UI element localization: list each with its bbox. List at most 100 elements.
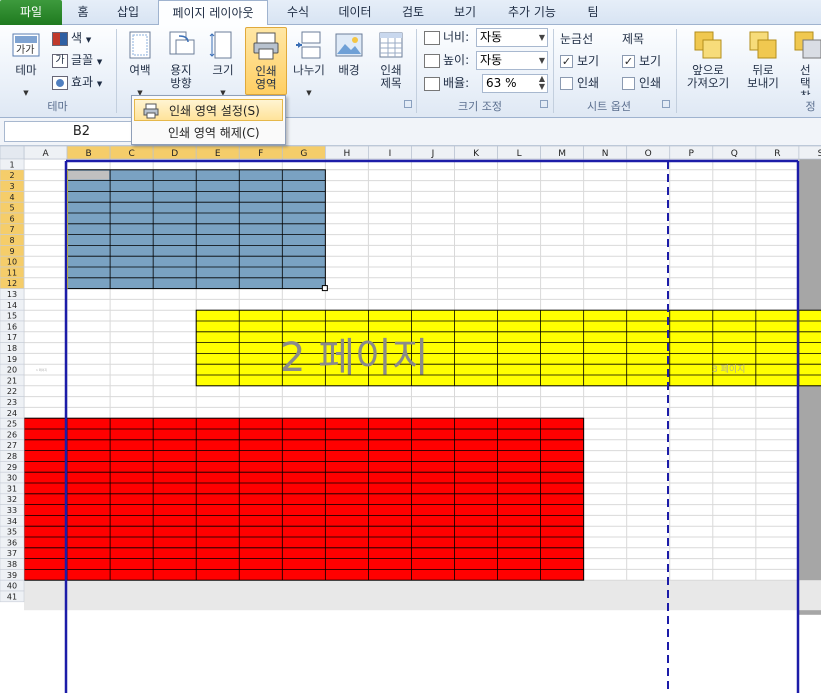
print-area-button[interactable]: 인쇄 영역 — [245, 27, 287, 95]
selection-pane-label: 선택 창 — [800, 63, 811, 96]
column-header-label: L — [517, 149, 522, 159]
row-header-label: 13 — [7, 290, 17, 299]
scale-width-select[interactable]: 자동 ▼ — [476, 28, 548, 47]
background-image-icon — [335, 33, 363, 57]
row-header-label: 7 — [9, 225, 14, 234]
checkbox-unchecked-icon — [622, 77, 635, 90]
row-header-label: 25 — [7, 420, 17, 429]
tab-home[interactable]: 홈 — [66, 0, 100, 25]
worksheet-canvas[interactable]: 2 페이지 3 페이지1 페이지A B C D E F G H I J K L M N O P Q R S123456… — [0, 146, 821, 693]
headings-print-checkbox[interactable]: 인쇄 — [622, 73, 661, 93]
column-header-label: B — [85, 149, 91, 159]
scale-icon — [424, 76, 440, 91]
fonts-icon: 가 — [52, 53, 68, 68]
column-header-label: R — [774, 149, 780, 159]
set-print-area-menu-item[interactable]: 인쇄 영역 설정(S) — [134, 99, 283, 121]
column-header-label: J — [431, 149, 435, 159]
set-print-area-label: 인쇄 영역 설정(S) — [169, 104, 260, 118]
tab-formulas[interactable]: 수식 — [274, 0, 322, 25]
chevron-down-icon: ▼ — [85, 36, 92, 44]
chevron-down-icon: ▼ — [538, 33, 545, 42]
spinner-arrows-icon: ▲ ▼ — [538, 74, 545, 91]
print-titles-button[interactable]: 인쇄 제목 — [372, 27, 410, 95]
row-header-label: 16 — [7, 322, 17, 331]
orientation-label: 용지 방향 — [170, 63, 192, 90]
row-header-label: 10 — [7, 258, 17, 267]
checkbox-unchecked-icon — [560, 77, 573, 90]
chevron-down-icon: ▼ — [96, 80, 103, 88]
outside-print-area — [798, 159, 821, 615]
column-header-label: D — [171, 149, 178, 159]
arrange-group-label: 정 — [805, 100, 816, 112]
tab-page-layout[interactable]: 페이지 레이아웃 — [158, 0, 268, 26]
clear-print-area-menu-item[interactable]: 인쇄 영역 해제(C) — [134, 122, 283, 144]
headings-heading: 제목 — [622, 32, 645, 46]
page-setup-dialog-launcher[interactable] — [404, 100, 412, 108]
breaks-label: 나누기 — [293, 63, 325, 77]
select-all-corner[interactable] — [0, 146, 25, 160]
size-label: 크기 — [212, 63, 234, 77]
chevron-down-icon: ▼ — [23, 89, 29, 97]
margins-label: 여백 — [129, 63, 151, 77]
print-area-label: 인쇄 영역 — [255, 64, 277, 91]
orientation-icon — [169, 31, 195, 55]
column-header-label: A — [42, 149, 49, 159]
themes-button[interactable]: 가가 테마 ▼ — [8, 27, 44, 97]
colors-icon — [52, 31, 68, 46]
bring-forward-button[interactable]: 앞으로 가져오기 — [682, 27, 734, 95]
worksheet-grid[interactable]: 2 페이지 3 페이지 1 페이지 A B C D E F G H I J K L M N O P Q R S 1 2 3 4 5 6… — [0, 146, 821, 693]
send-backward-button[interactable]: 뒤로 보내기 — [738, 27, 788, 95]
theme-group-label: 테마 — [47, 100, 68, 113]
size-button[interactable]: 크기 ▼ — [204, 27, 242, 97]
effects-label: 효과 — [71, 75, 94, 89]
breaks-button[interactable]: 나누기 ▼ — [290, 27, 328, 97]
tab-data[interactable]: 데이터 — [326, 0, 384, 25]
row-header-label: 41 — [7, 592, 17, 601]
row-header-label: 22 — [7, 387, 17, 396]
row-header-label: 14 — [7, 301, 17, 310]
row-header-label: 2 — [9, 171, 14, 180]
gridlines-print-checkbox[interactable]: 인쇄 — [560, 73, 599, 93]
gridlines-view-checkbox[interactable]: ✓ 보기 — [560, 51, 599, 71]
sheet-options-dialog-launcher[interactable] — [662, 100, 670, 108]
column-header-label: G — [300, 149, 307, 159]
scale-percent-value: 63 % — [486, 76, 517, 90]
scale-percent-spinner[interactable]: 63 % ▲ ▼ — [482, 74, 548, 93]
tab-team[interactable]: 팀 — [576, 0, 610, 25]
column-header-label: I — [389, 149, 392, 159]
column-header-label: M — [558, 149, 566, 159]
margins-button[interactable]: 여백 ▼ — [122, 27, 158, 97]
themes-icon: 가가 — [12, 33, 40, 57]
theme-fonts-button[interactable]: 가 글꼴 ▼ — [52, 50, 102, 70]
tab-review[interactable]: 검토 — [390, 0, 436, 25]
row-header-label: 33 — [7, 506, 17, 515]
row-header-label: 21 — [7, 376, 17, 385]
fonts-label: 글꼴 — [71, 53, 94, 67]
row-header-label: 32 — [7, 495, 17, 504]
outside-print-area — [24, 580, 821, 611]
row-header-label: 3 — [9, 182, 14, 191]
selection-pane-button[interactable]: 선택 창 — [794, 27, 821, 95]
colors-label: 색 — [71, 31, 83, 45]
theme-effects-button[interactable]: 효과 ▼ — [52, 72, 102, 92]
scale-height-select[interactable]: 자동 ▼ — [476, 51, 548, 70]
row-header-label: 29 — [7, 463, 17, 472]
column-header-label: O — [645, 149, 652, 159]
theme-colors-button[interactable]: 색 ▼ — [52, 28, 91, 48]
column-header-label: Q — [731, 149, 738, 159]
scale-width-value: 자동 — [480, 30, 503, 44]
bring-forward-icon — [694, 31, 722, 59]
tab-insert[interactable]: 삽입 — [104, 0, 152, 25]
tab-add-ins[interactable]: 추가 기능 — [494, 0, 570, 25]
row-header-label: 39 — [7, 571, 17, 580]
headings-view-checkbox[interactable]: ✓ 보기 — [622, 51, 661, 71]
tab-view[interactable]: 보기 — [442, 0, 488, 25]
effects-icon — [52, 75, 68, 90]
print-titles-label: 인쇄 제목 — [380, 63, 402, 90]
orientation-button[interactable]: 용지 방향 — [160, 27, 202, 95]
scale-dialog-launcher[interactable] — [540, 100, 548, 108]
background-button[interactable]: 배경 — [330, 27, 368, 95]
tab-file[interactable]: 파일 — [0, 0, 62, 25]
background-label: 배경 — [338, 63, 360, 77]
column-header-label: H — [343, 149, 350, 159]
